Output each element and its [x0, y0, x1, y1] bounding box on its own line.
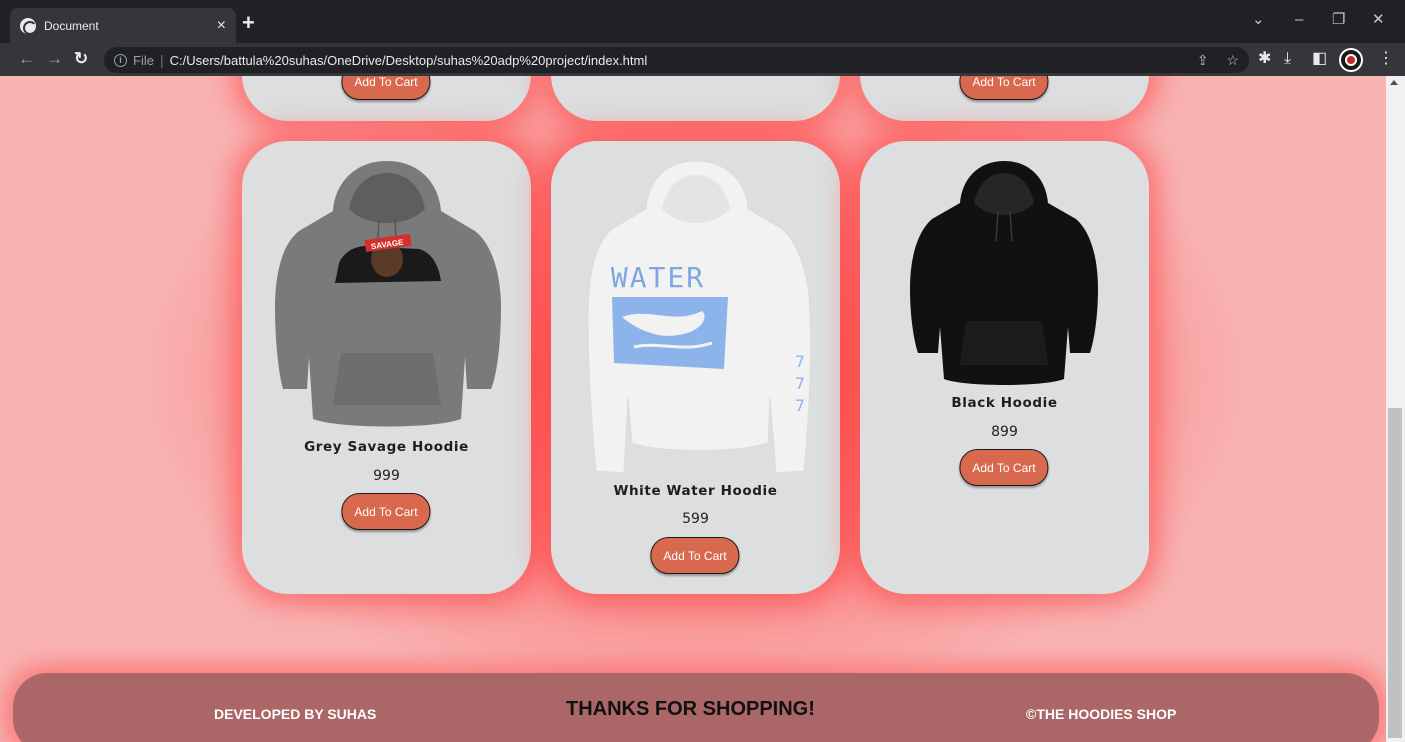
download-icon[interactable]: ⤓: [1284, 50, 1291, 68]
address-bar[interactable]: i File | C:/Users/battula%20suhas/OneDri…: [104, 47, 1249, 73]
svg-text:7: 7: [795, 374, 805, 393]
white-hoodie-image: WATER 7 7 7: [587, 160, 812, 474]
menu-kebab-icon[interactable]: ⋮: [1378, 50, 1394, 68]
product-name: Black Hoodie: [951, 395, 1058, 411]
page-content: Add To Cart Add To Cart SAVAGE Grey Sava…: [0, 76, 1386, 742]
vertical-scrollbar[interactable]: [1386, 76, 1405, 742]
product-name: White Water Hoodie: [613, 483, 778, 499]
url-scheme: File: [133, 52, 154, 68]
black-hoodie-image: [910, 161, 1098, 385]
minimize-button[interactable]: –: [1295, 12, 1303, 27]
product-price: 899: [991, 424, 1018, 440]
browser-tab[interactable]: Document ×: [10, 8, 236, 43]
footer-thanks-message: THANKS FOR SHOPPING!: [566, 698, 815, 720]
extensions-icon[interactable]: ✱: [1258, 50, 1271, 68]
url-text[interactable]: C:/Users/battula%20suhas/OneDrive/Deskto…: [170, 53, 648, 68]
new-tab-button[interactable]: +: [242, 12, 255, 34]
product-card: Black Hoodie 899 Add To Cart: [860, 141, 1149, 594]
product-card-partial: [551, 76, 840, 121]
browser-tab-bar: Document × + ⌄ – ❐ ✕: [0, 0, 1405, 43]
product-card-partial: Add To Cart: [242, 76, 531, 121]
close-tab-icon[interactable]: ×: [217, 17, 226, 34]
product-name: Grey Savage Hoodie: [304, 439, 469, 455]
share-icon[interactable]: ⇪: [1197, 52, 1209, 68]
svg-text:7: 7: [795, 352, 805, 371]
grey-hoodie-image: SAVAGE: [275, 161, 501, 427]
footer-copyright: ©THE HOODIES SHOP: [1026, 706, 1177, 722]
product-card: SAVAGE Grey Savage Hoodie 999 Add To Car…: [242, 141, 531, 594]
restore-button[interactable]: ❐: [1332, 12, 1345, 27]
add-to-cart-button[interactable]: Add To Cart: [959, 449, 1049, 486]
profile-avatar[interactable]: [1341, 50, 1361, 70]
product-card-partial: Add To Cart: [860, 76, 1149, 121]
scrollbar-thumb[interactable]: [1388, 408, 1402, 738]
scroll-up-arrow-icon[interactable]: [1390, 80, 1398, 85]
add-to-cart-button[interactable]: Add To Cart: [341, 76, 431, 100]
add-to-cart-button[interactable]: Add To Cart: [650, 537, 740, 574]
page-footer: DEVELOPED BY SUHAS THANKS FOR SHOPPING! …: [13, 673, 1379, 742]
bookmark-star-icon[interactable]: ☆: [1226, 52, 1239, 68]
svg-text:7: 7: [795, 396, 805, 415]
tab-title: Document: [44, 18, 99, 33]
product-price: 999: [373, 468, 400, 484]
browser-toolbar: ← → ↻ i File | C:/Users/battula%20suhas/…: [0, 43, 1405, 76]
info-icon[interactable]: i: [114, 53, 127, 67]
product-card: WATER 7 7 7 White Water Hoodie 599 Add T…: [551, 141, 840, 594]
reload-icon[interactable]: ↻: [74, 49, 88, 69]
tab-search-icon[interactable]: ⌄: [1252, 12, 1265, 27]
back-arrow-icon[interactable]: ←: [18, 49, 35, 69]
footer-developer-credit: DEVELOPED BY SUHAS: [214, 706, 377, 722]
svg-text:WATER: WATER: [611, 261, 705, 294]
globe-icon: [20, 17, 37, 35]
close-window-button[interactable]: ✕: [1372, 12, 1385, 27]
side-panel-icon[interactable]: ◧: [1312, 50, 1327, 68]
product-price: 599: [682, 511, 709, 527]
add-to-cart-button[interactable]: Add To Cart: [959, 76, 1049, 100]
forward-arrow-icon[interactable]: →: [46, 49, 63, 69]
add-to-cart-button[interactable]: Add To Cart: [341, 493, 431, 530]
url-separator: |: [159, 52, 164, 68]
